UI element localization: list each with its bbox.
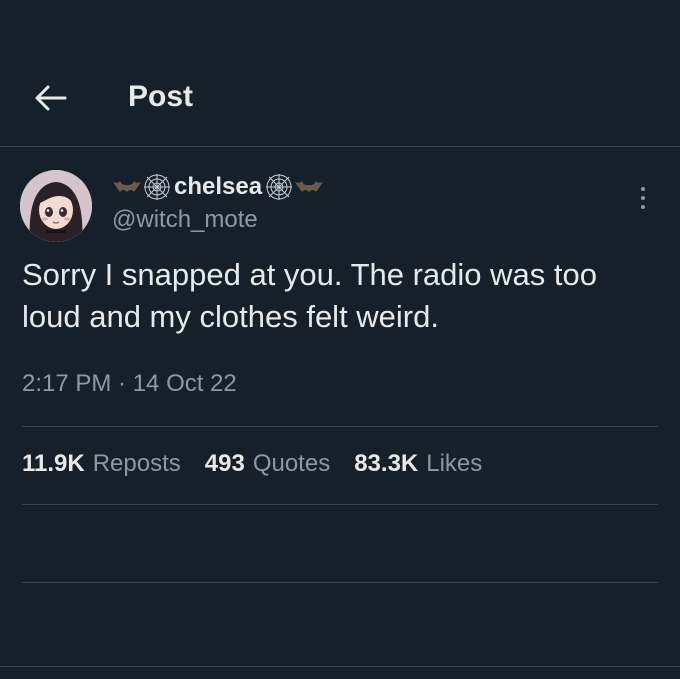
author-handle[interactable]: @witch_mote (112, 206, 258, 234)
top-bar: Post (0, 0, 680, 147)
author-name-row[interactable]: chelsea (112, 170, 324, 204)
bat-icon (112, 178, 142, 196)
quotes-count: 493 (204, 450, 245, 477)
reposts-stat[interactable]: 11.9K Reposts (22, 450, 181, 478)
divider (22, 504, 658, 505)
display-name: chelsea (174, 173, 263, 200)
reposts-count: 11.9K (22, 450, 85, 477)
engagement-stats: 11.9K Reposts 493 Quotes 83.3K Likes (22, 450, 482, 478)
page-title: Post (128, 80, 194, 113)
divider (22, 426, 658, 427)
spiderweb-icon (264, 172, 294, 202)
divider (0, 666, 680, 667)
likes-stat[interactable]: 83.3K Likes (354, 450, 482, 478)
more-options-button[interactable] (628, 180, 658, 216)
spiderweb-icon (142, 172, 172, 202)
dot-icon (641, 196, 645, 200)
post-timestamp[interactable]: 2:17 PM · 14 Oct 22 (22, 370, 237, 398)
avatar[interactable] (20, 170, 92, 242)
avatar-illustration (20, 170, 92, 242)
post-text: Sorry I snapped at you. The radio was to… (22, 257, 597, 334)
arrow-left-icon (35, 85, 67, 111)
divider (22, 582, 658, 583)
likes-count: 83.3K (354, 450, 419, 477)
bat-icon (294, 178, 324, 196)
quotes-label: Quotes (252, 450, 331, 477)
quotes-stat[interactable]: 493 Quotes (205, 450, 330, 478)
dot-icon (641, 205, 645, 209)
reposts-label: Reposts (92, 450, 181, 477)
back-button[interactable] (32, 82, 68, 114)
dot-icon (641, 187, 645, 191)
likes-label: Likes (426, 450, 483, 477)
